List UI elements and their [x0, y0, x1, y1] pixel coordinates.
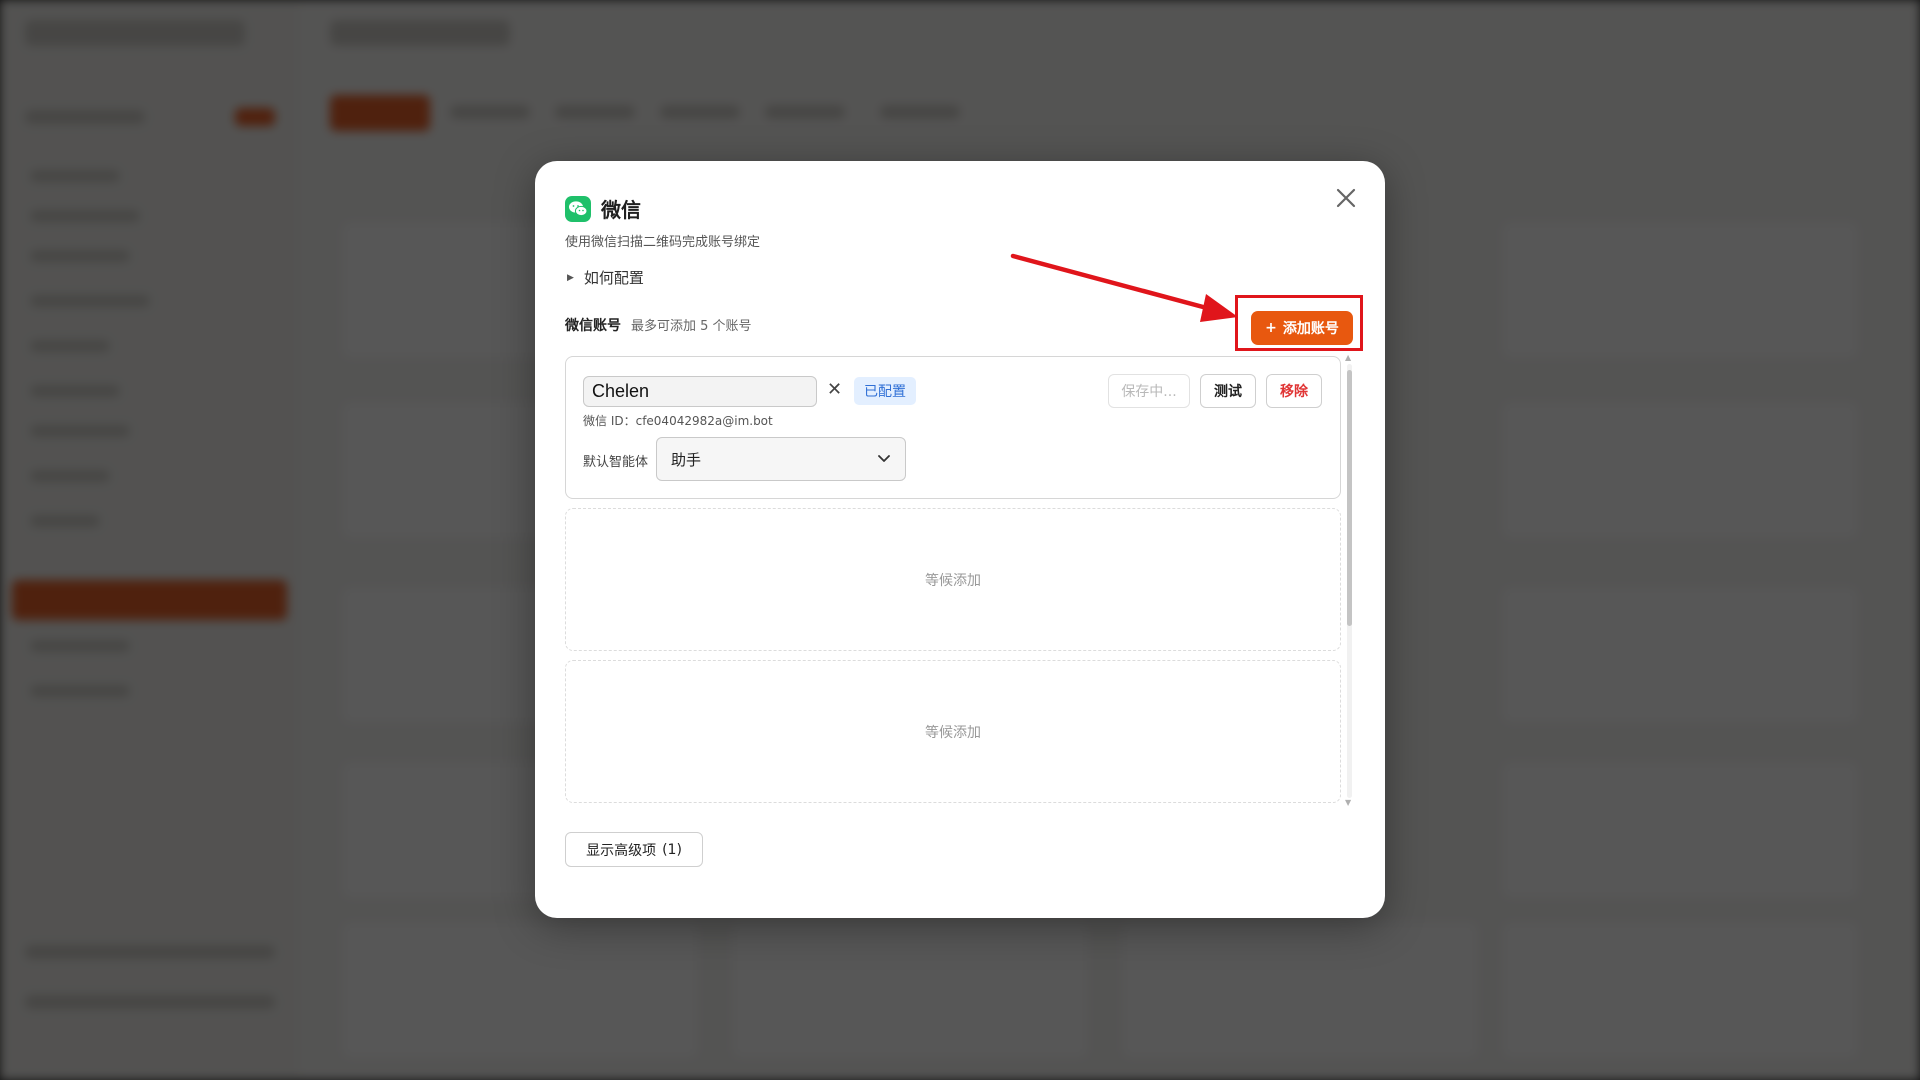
close-icon: [1336, 188, 1356, 208]
scroll-thumb[interactable]: [1347, 370, 1352, 626]
configured-badge: 已配置: [854, 377, 916, 405]
wechat-config-modal: 微信 使用微信扫描二维码完成账号绑定 ▶ 如何配置 微信账号 最多可添加 5 个…: [535, 161, 1385, 918]
default-agent-select[interactable]: 助手: [656, 437, 906, 481]
add-account-label: 添加账号: [1282, 321, 1339, 337]
scroll-down-icon[interactable]: ▼: [1345, 798, 1351, 807]
empty-account-slot: 等候添加: [565, 508, 1341, 651]
advanced-count: (1): [662, 841, 682, 858]
clear-x-icon[interactable]: ✕: [827, 379, 842, 400]
modal-title: 微信: [601, 198, 641, 222]
chevron-down-icon: [878, 455, 890, 462]
account-name-input[interactable]: [583, 376, 817, 407]
how-to-configure-toggle[interactable]: ▶ 如何配置: [567, 267, 644, 288]
accounts-header: 微信账号 最多可添加 5 个账号: [565, 315, 752, 335]
empty-account-slot: 等候添加: [565, 660, 1341, 803]
modal-subtitle: 使用微信扫描二维码完成账号绑定: [565, 235, 761, 250]
default-agent-value: 助手: [671, 450, 702, 469]
account-card: ✕ 已配置 微信 ID：cfe04042982a@im.bot 默认智能体 助手…: [565, 356, 1341, 499]
modal-header: 微信: [565, 194, 641, 223]
default-agent-label: 默认智能体: [583, 455, 649, 470]
scroll-up-icon[interactable]: ▲: [1345, 353, 1351, 362]
test-button[interactable]: 测试: [1200, 374, 1256, 408]
account-list-scrollbar[interactable]: ▲ ▼: [1344, 353, 1354, 807]
show-advanced-label: 显示高级项: [586, 842, 657, 859]
accounts-limit-hint: 最多可添加 5 个账号: [631, 319, 752, 334]
add-account-button[interactable]: + 添加账号: [1251, 311, 1353, 345]
close-button[interactable]: [1331, 183, 1361, 213]
wechat-logo-icon: [565, 195, 591, 222]
triangle-right-icon: ▶: [567, 272, 574, 283]
plus-icon: +: [1265, 320, 1277, 336]
wechat-id-text: 微信 ID：cfe04042982a@im.bot: [583, 414, 773, 428]
remove-button[interactable]: 移除: [1266, 374, 1322, 408]
accounts-label: 微信账号: [565, 318, 621, 334]
show-advanced-button[interactable]: 显示高级项 (1): [565, 832, 703, 867]
account-list: ✕ 已配置 微信 ID：cfe04042982a@im.bot 默认智能体 助手…: [565, 353, 1352, 807]
how-to-configure-label: 如何配置: [583, 269, 644, 287]
saving-button[interactable]: 保存中...: [1108, 374, 1190, 408]
